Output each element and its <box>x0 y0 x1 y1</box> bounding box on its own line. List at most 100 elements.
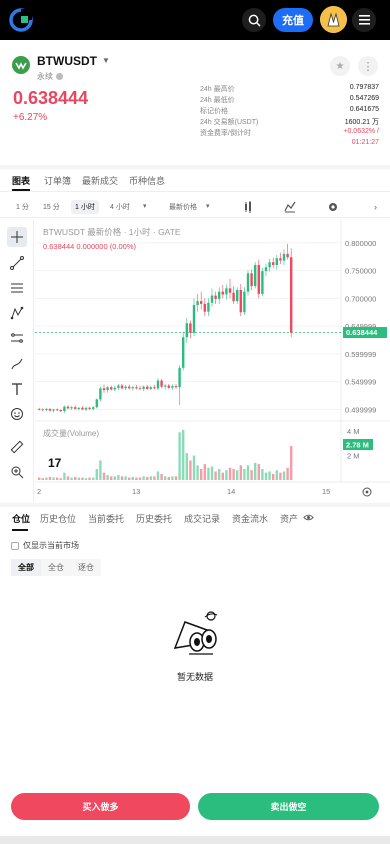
only-current-market-label: 仅显示当前市场 <box>23 541 79 550</box>
tab-positions[interactable]: 仓位 <box>12 512 30 525</box>
ruler-icon[interactable] <box>7 437 27 457</box>
timeframe-15m[interactable]: 15 分 <box>39 200 64 214</box>
trend-line-icon[interactable] <box>7 253 27 273</box>
text-tool-icon[interactable] <box>7 379 27 399</box>
candle-body <box>113 387 116 390</box>
candle-body <box>84 407 88 410</box>
stat-funding: 资金费率/倒计时 +0.0632% / <box>200 128 382 139</box>
timeframe-1h[interactable]: 1 小时 <box>71 200 99 214</box>
positions-tabs: 仓位 历史仓位 当前委托 历史委托 成交记录 资金流水 资产 <box>0 507 390 531</box>
filter-isolated[interactable]: 逐仓 <box>71 559 101 576</box>
volume-bar <box>138 477 142 480</box>
tab-open-orders[interactable]: 当前委托 <box>88 512 124 525</box>
sell-short-button[interactable]: 卖出做空 <box>198 793 379 820</box>
chevron-down-icon[interactable]: ▾ <box>202 200 214 212</box>
symbol-dropdown-icon[interactable]: ▼ <box>102 56 110 65</box>
info-icon[interactable] <box>56 73 63 81</box>
tab-fund-flow[interactable]: 资金流水 <box>232 512 268 525</box>
search-button[interactable] <box>242 8 266 32</box>
stat-turnover: 24h 交易额(USDT) 1600.21 万 <box>200 117 382 128</box>
settings-gear-icon[interactable] <box>327 201 339 213</box>
timeframe-4h[interactable]: 4 小时 <box>106 200 134 214</box>
exchange-logo-icon[interactable] <box>9 8 33 32</box>
candle-body <box>99 388 102 400</box>
volume-bar <box>290 446 293 480</box>
volume-bar <box>63 472 66 480</box>
fib-lines-icon[interactable] <box>7 278 27 298</box>
chevron-down-icon[interactable]: ▾ <box>139 200 151 212</box>
candle-body <box>110 387 113 390</box>
favorite-star-icon[interactable]: ★ <box>330 56 350 76</box>
pattern-icon[interactable] <box>7 303 27 323</box>
candle-body <box>261 271 264 294</box>
avatar-image-icon <box>320 6 347 33</box>
symbol-name[interactable]: BTWUSDT <box>37 54 97 68</box>
volume-bar <box>261 469 264 480</box>
deposit-button[interactable]: 充值 <box>273 8 313 32</box>
brush-icon[interactable] <box>7 354 27 374</box>
tab-orderbook[interactable]: 订单簿 <box>44 174 71 187</box>
volume-tag-label: 2.78 M <box>346 441 369 450</box>
tab-order-history[interactable]: 历史委托 <box>136 512 172 525</box>
candle-body <box>236 290 239 302</box>
chevron-right-icon[interactable]: › <box>370 200 381 214</box>
chart-legend-title: BTWUSDT 最新价格 · 1小时 · GATE <box>43 227 181 237</box>
volume-tick-label: 4 M <box>347 427 360 436</box>
candlestick-chart[interactable]: 0.8000000.7500000.7000000.6499990.599999… <box>35 220 390 502</box>
last-price: 0.638444 <box>13 88 89 108</box>
volume-bar <box>110 476 113 480</box>
tab-trades[interactable]: 最新成交 <box>82 174 118 187</box>
search-icon <box>248 14 261 27</box>
measure-lines-icon[interactable] <box>7 328 27 348</box>
indicator-icon[interactable] <box>243 201 255 213</box>
tab-position-history[interactable]: 历史仓位 <box>40 512 76 525</box>
candle-body <box>225 288 228 295</box>
chart-type-icon[interactable] <box>284 201 296 213</box>
tab-assets[interactable]: 资产 <box>280 512 298 525</box>
candle-body <box>203 303 206 312</box>
tab-trade-records[interactable]: 成交记录 <box>184 512 220 525</box>
volume-bar <box>189 460 192 480</box>
emoji-icon[interactable] <box>7 404 27 424</box>
candle-body <box>74 407 77 409</box>
price-type-select[interactable]: 最新价格 <box>165 200 201 214</box>
contract-type-label: 永续 <box>37 72 53 81</box>
stat-mark: 标记价格 0.641675 <box>200 106 382 117</box>
volume-bar <box>268 471 271 480</box>
volume-bar <box>59 478 62 480</box>
candle-body <box>207 302 210 312</box>
y-tick-label: 0.549999 <box>345 378 376 387</box>
zoom-in-icon[interactable] <box>7 462 27 482</box>
avatar[interactable] <box>320 6 347 33</box>
candle-body <box>286 253 289 258</box>
eye-icon[interactable] <box>303 512 314 523</box>
candle-body <box>48 408 52 411</box>
candle-body <box>41 409 44 411</box>
menu-button[interactable] <box>352 8 376 32</box>
candle-body <box>70 407 73 409</box>
volume-bar <box>56 477 59 480</box>
buy-long-button[interactable]: 买入做多 <box>11 793 190 820</box>
checkbox[interactable] <box>11 541 19 550</box>
only-current-market-toggle[interactable]: 仅显示当前市场 <box>11 540 79 551</box>
crosshair-icon[interactable] <box>7 227 27 247</box>
volume-bar <box>182 429 185 480</box>
y-tick-label: 0.750000 <box>345 267 376 276</box>
tab-chart[interactable]: 图表 <box>12 174 30 187</box>
volume-bar <box>156 471 160 480</box>
stat-value: 0.547269 <box>349 95 379 102</box>
volume-bar <box>239 465 242 480</box>
filter-cross[interactable]: 全仓 <box>41 559 71 576</box>
volume-bar <box>95 469 98 480</box>
candle-body <box>138 388 142 390</box>
tab-coin-info[interactable]: 币种信息 <box>129 174 165 187</box>
filter-all[interactable]: 全部 <box>11 559 41 576</box>
candle-body <box>102 388 106 390</box>
volume-bar <box>48 476 52 480</box>
timeframe-1m[interactable]: 1 分 <box>12 200 33 214</box>
stat-label: 资金费率/倒计时 <box>200 130 251 137</box>
more-options-icon[interactable]: ⋮ <box>358 56 378 76</box>
chart-area[interactable]: 0.800000 0.750000 0.700000 0.649999 0.599999… <box>0 220 390 502</box>
tradingview-logo-icon[interactable]: 17 <box>48 456 61 470</box>
symbol-header: BTWUSDT ▼ 永续 0.638444 +6.27% ★ ⋮ 24h 最高价… <box>4 44 384 164</box>
